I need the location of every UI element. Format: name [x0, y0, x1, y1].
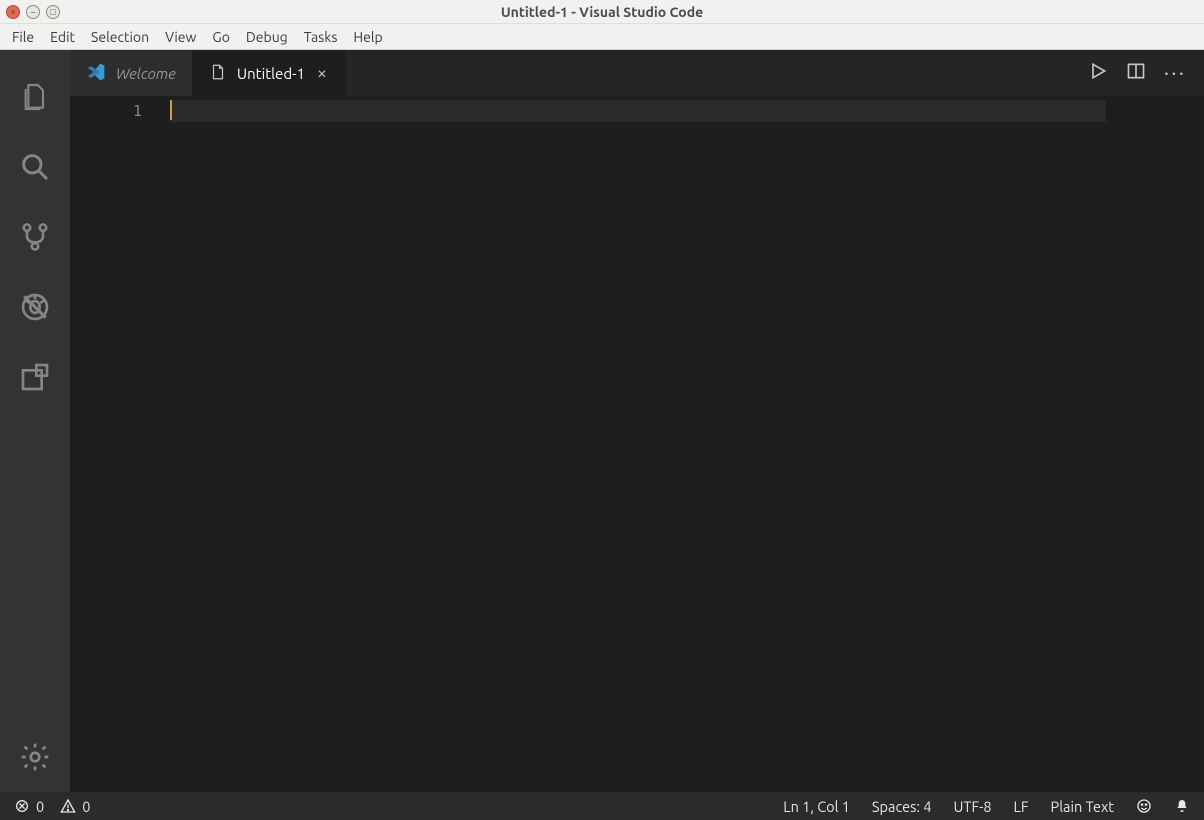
menu-selection[interactable]: Selection: [83, 27, 157, 47]
menu-help[interactable]: Help: [345, 27, 390, 47]
menu-edit[interactable]: Edit: [42, 27, 83, 47]
editor-actions: ···: [1088, 50, 1204, 96]
status-errors[interactable]: 0: [14, 798, 44, 815]
editor-area[interactable]: 1: [70, 96, 1204, 792]
menu-go[interactable]: Go: [204, 27, 237, 47]
feedback-smiley-icon[interactable]: [1136, 798, 1152, 814]
status-encoding[interactable]: UTF-8: [954, 798, 992, 815]
status-warnings[interactable]: 0: [60, 798, 90, 815]
extensions-icon[interactable]: [0, 342, 70, 412]
status-warnings-count: 0: [82, 798, 90, 815]
line-number-gutter: 1: [70, 96, 170, 792]
split-editor-icon[interactable]: [1126, 61, 1146, 85]
tab-welcome[interactable]: Welcome: [70, 50, 193, 96]
text-cursor: [170, 100, 172, 120]
status-cursor-position[interactable]: Ln 1, Col 1: [783, 798, 850, 815]
menu-debug[interactable]: Debug: [238, 27, 296, 47]
status-errors-count: 0: [36, 798, 44, 815]
tab-bar: Welcome Untitled-1 × ···: [70, 50, 1204, 96]
tab-welcome-label: Welcome: [116, 65, 176, 82]
file-icon: [209, 63, 227, 84]
window-close-button[interactable]: ×: [6, 5, 20, 19]
menu-file[interactable]: File: [4, 27, 42, 47]
menu-bar: File Edit Selection View Go Debug Tasks …: [0, 24, 1204, 50]
tab-close-icon[interactable]: ×: [315, 64, 329, 82]
menu-tasks[interactable]: Tasks: [296, 27, 346, 47]
status-eol[interactable]: LF: [1014, 798, 1029, 815]
explorer-icon[interactable]: [0, 62, 70, 132]
line-number: 1: [70, 100, 170, 122]
tab-untitled-1-label: Untitled-1: [237, 65, 305, 82]
menu-view[interactable]: View: [157, 27, 204, 47]
current-line-highlight: [170, 100, 1106, 122]
editor-group: Welcome Untitled-1 × ···: [70, 50, 1204, 792]
run-icon[interactable]: [1088, 61, 1108, 85]
window-title: Untitled-1 - Visual Studio Code: [0, 4, 1204, 20]
os-title-bar: × – □ Untitled-1 - Visual Studio Code: [0, 0, 1204, 24]
status-indentation[interactable]: Spaces: 4: [872, 798, 932, 815]
more-actions-icon[interactable]: ···: [1164, 62, 1186, 84]
source-control-icon[interactable]: [0, 202, 70, 272]
notifications-bell-icon[interactable]: [1174, 798, 1190, 814]
window-maximize-button[interactable]: □: [46, 5, 60, 19]
status-bar: 0 0 Ln 1, Col 1 Spaces: 4 UTF-8 LF Plain…: [0, 792, 1204, 820]
activity-bar: [0, 50, 70, 792]
tab-untitled-1[interactable]: Untitled-1 ×: [193, 50, 346, 96]
vscode-icon: [86, 62, 106, 85]
search-icon[interactable]: [0, 132, 70, 202]
window-minimize-button[interactable]: –: [26, 5, 40, 19]
minimap[interactable]: [1106, 96, 1190, 792]
settings-gear-icon[interactable]: [0, 722, 70, 792]
status-language-mode[interactable]: Plain Text: [1051, 798, 1114, 815]
debug-icon[interactable]: [0, 272, 70, 342]
